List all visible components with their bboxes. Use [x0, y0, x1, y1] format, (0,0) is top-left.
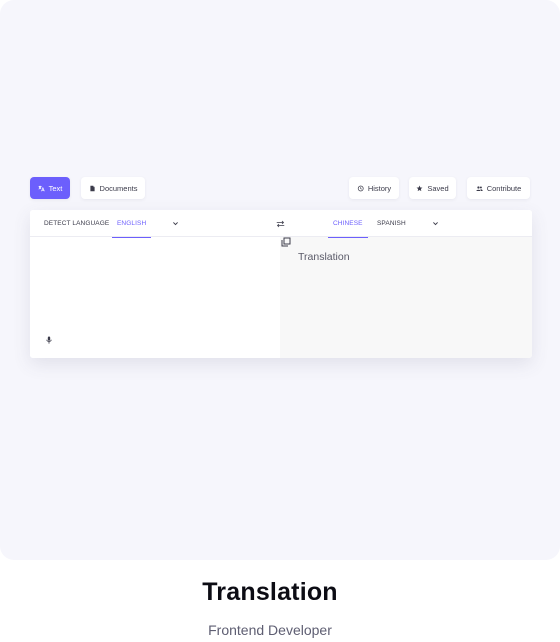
tab-source-english[interactable]: ENGLISH [112, 210, 152, 238]
chevron-down-icon[interactable] [172, 220, 179, 227]
document-icon [89, 185, 95, 191]
chevron-down-icon[interactable] [432, 220, 439, 227]
contribute-label: Contribute [486, 183, 522, 193]
tab-detect-language[interactable]: DETECT LANGUAGE [44, 210, 109, 237]
text-mode-button[interactable]: Text [30, 177, 70, 199]
tab-target-spanish[interactable]: SPANISH [377, 210, 406, 237]
tab-target-spanish-label: SPANISH [377, 220, 406, 227]
copy-icon[interactable] [281, 237, 291, 247]
source-text-area[interactable] [30, 237, 280, 358]
project-subtitle: Frontend Developer [208, 622, 332, 638]
star-icon [416, 185, 423, 191]
people-icon [476, 185, 483, 191]
history-button[interactable]: History [349, 177, 399, 199]
language-bar: DETECT LANGUAGE ENGLISH CHINESE SPANISH [30, 210, 532, 238]
swap-icon[interactable] [276, 220, 285, 228]
translate-icon [38, 185, 45, 191]
translation-panel: DETECT LANGUAGE ENGLISH CHINESE SPANISH … [30, 210, 532, 358]
history-label: History [367, 183, 392, 193]
saved-label: Saved [427, 183, 449, 193]
documents-button[interactable]: Documents [81, 177, 145, 199]
translation-placeholder: Translation [298, 251, 350, 263]
tab-target-chinese-label: CHINESE [333, 220, 363, 227]
saved-button[interactable]: Saved [409, 177, 456, 199]
microphone-icon[interactable] [46, 336, 52, 344]
contribute-button[interactable]: Contribute [467, 177, 530, 199]
text-mode-label: Text [48, 183, 63, 193]
tab-detect-language-label: DETECT LANGUAGE [44, 220, 110, 227]
project-title: Translation [202, 578, 338, 606]
history-icon [357, 185, 364, 191]
documents-label: Documents [99, 183, 138, 193]
tab-source-english-label: ENGLISH [117, 220, 147, 227]
tab-target-chinese[interactable]: CHINESE [328, 210, 368, 238]
